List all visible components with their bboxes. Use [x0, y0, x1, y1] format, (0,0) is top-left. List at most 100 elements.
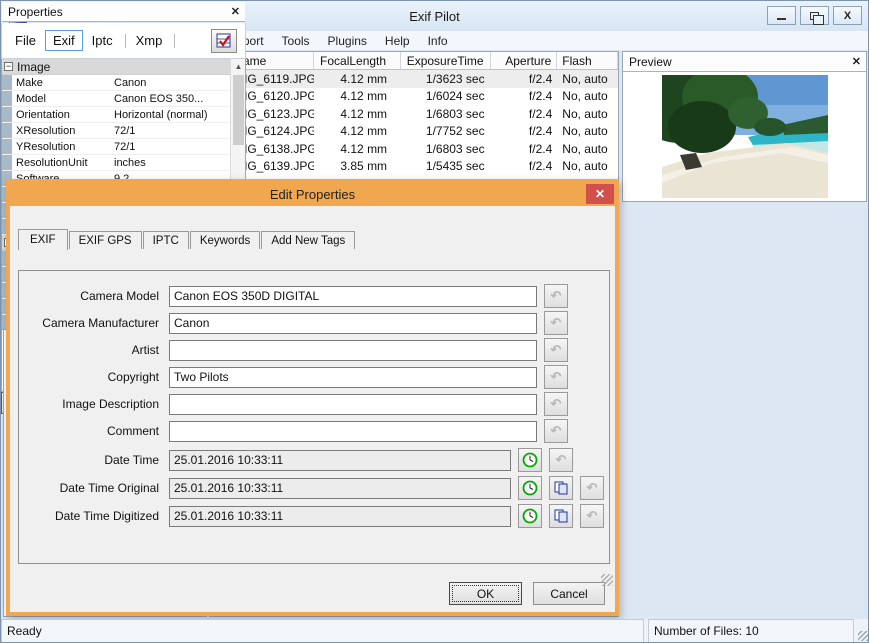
column-header-exposuretime[interactable]: ExposureTime: [401, 52, 491, 69]
scroll-up-icon[interactable]: ▲: [231, 59, 245, 74]
undo-icon: ↶: [586, 480, 598, 495]
set-current-time-button[interactable]: [518, 448, 542, 472]
menu-info[interactable]: Info: [419, 32, 457, 50]
undo-icon: ↶: [550, 423, 562, 438]
file-row[interactable]: IMG_6119.JPG 4.12 mm 1/3623 sec f/2.4 No…: [210, 70, 618, 88]
undo-button[interactable]: ↶: [580, 476, 604, 500]
prop-row[interactable]: XResolution 72/1: [2, 123, 230, 139]
preview-close-icon[interactable]: ✕: [852, 55, 861, 68]
flash-cell: No, auto: [562, 106, 608, 121]
minimize-button[interactable]: [767, 6, 796, 25]
field-row: Date Time Digitized ↶: [19, 503, 609, 529]
dialog-title-bar: Edit Properties ✕: [10, 183, 615, 206]
copyright-input[interactable]: [169, 366, 537, 388]
dialog-tab-exif-gps[interactable]: EXIF GPS: [68, 231, 142, 249]
file-row[interactable]: IMG_6139.JPG 3.85 mm 1/5435 sec f/2.4 No…: [210, 158, 618, 176]
undo-button[interactable]: ↶: [549, 448, 573, 472]
prop-row[interactable]: Orientation Horizontal (normal): [2, 107, 230, 123]
comment-input[interactable]: [169, 420, 537, 442]
dialog-button-row: OK Cancel: [10, 582, 615, 606]
dialog-tab-exif[interactable]: EXIF: [18, 229, 68, 250]
date-time-original-input[interactable]: [169, 477, 511, 499]
copy-date-button[interactable]: [549, 504, 573, 528]
focal-length-cell: 4.12 mm: [340, 71, 388, 86]
flash-cell: No, auto: [562, 159, 608, 174]
prop-group-image[interactable]: − Image: [2, 59, 230, 75]
properties-close-icon[interactable]: ✕: [231, 5, 240, 18]
file-row[interactable]: IMG_6120.JPG 4.12 mm 1/6024 sec f/2.4 No…: [210, 88, 618, 106]
file-row[interactable]: IMG_6138.JPG 4.12 mm 1/6803 sec f/2.4 No…: [210, 140, 618, 158]
minimize-icon: [777, 17, 786, 20]
file-count-status: Number of Files: 10: [648, 619, 854, 642]
preview-panel-title: Preview: [629, 54, 672, 69]
undo-button[interactable]: ↶: [544, 338, 568, 362]
dialog-tab-page: Camera Model ↶ Camera Manufacturer ↶ Art…: [18, 270, 610, 564]
props-tab-file[interactable]: File: [8, 31, 43, 50]
undo-icon: ↶: [550, 396, 562, 411]
focal-length-cell: 4.12 mm: [340, 106, 388, 121]
field-row: Comment ↶: [19, 418, 609, 444]
comment-label: Comment: [106, 424, 159, 438]
close-button[interactable]: X: [833, 6, 862, 25]
undo-button[interactable]: ↶: [580, 504, 604, 528]
set-current-time-button[interactable]: [518, 504, 542, 528]
column-header-aperture[interactable]: Aperture: [491, 52, 558, 69]
flash-cell: No, auto: [562, 71, 608, 86]
column-header-flash[interactable]: Flash: [557, 52, 618, 69]
camera-model-input[interactable]: [169, 285, 537, 307]
props-tab-exif[interactable]: Exif: [44, 30, 83, 51]
dialog-tab-add-new-tags[interactable]: Add New Tags: [261, 231, 356, 249]
prop-row[interactable]: ResolutionUnit inches: [2, 155, 230, 171]
artist-input[interactable]: [169, 339, 537, 361]
dialog-tab-keywords[interactable]: Keywords: [189, 231, 261, 249]
undo-button[interactable]: ↶: [544, 284, 568, 308]
dialog-tab-iptc[interactable]: IPTC: [142, 231, 189, 249]
undo-icon: ↶: [550, 288, 562, 303]
prop-row[interactable]: Model Canon EOS 350...: [2, 91, 230, 107]
flash-cell: No, auto: [562, 124, 608, 139]
field-row: Artist ↶: [19, 337, 609, 363]
image-description-input[interactable]: [169, 393, 537, 415]
collapse-icon[interactable]: −: [4, 62, 13, 71]
exposure-time-cell: 1/7752 sec: [425, 124, 485, 139]
dialog-resize-grip[interactable]: [601, 574, 613, 586]
date-time-input[interactable]: [169, 449, 511, 471]
file-row[interactable]: IMG_6124.JPG 4.12 mm 1/7752 sec f/2.4 No…: [210, 123, 618, 141]
date-time-digitized-input[interactable]: [169, 505, 511, 527]
aperture-cell: f/2.4: [528, 71, 553, 86]
props-tab-xmp[interactable]: Xmp: [129, 31, 170, 50]
props-tab-iptc[interactable]: Iptc: [85, 31, 120, 50]
column-header-focallength[interactable]: FocalLength: [314, 52, 402, 69]
undo-button[interactable]: ↶: [544, 392, 568, 416]
clock-icon: [522, 452, 538, 468]
date-time-original-label: Date Time Original: [59, 481, 159, 495]
menu-tools[interactable]: Tools: [273, 32, 319, 50]
choose-tags-button[interactable]: [211, 29, 237, 53]
prop-row[interactable]: Make Canon: [2, 75, 230, 91]
undo-icon: ↶: [550, 315, 562, 330]
file-row[interactable]: IMG_6123.JPG 4.12 mm 1/6803 sec f/2.4 No…: [210, 105, 618, 123]
dialog-title: Edit Properties: [269, 187, 356, 202]
copy-date-button[interactable]: [549, 476, 573, 500]
maximize-button[interactable]: [800, 6, 829, 25]
field-row: Camera Model ↶: [19, 283, 609, 309]
exposure-time-cell: 1/6803 sec: [425, 141, 485, 156]
undo-button[interactable]: ↶: [544, 419, 568, 443]
dialog-close-button[interactable]: ✕: [586, 184, 614, 204]
checklist-icon: [216, 33, 231, 48]
restore-icon: [810, 11, 824, 25]
undo-button[interactable]: ↶: [544, 365, 568, 389]
menu-plugins[interactable]: Plugins: [319, 32, 376, 50]
copy-icon: [554, 481, 568, 495]
cancel-button[interactable]: Cancel: [533, 582, 605, 605]
scrollbar-thumb[interactable]: [233, 75, 244, 145]
ok-button[interactable]: OK: [449, 582, 522, 605]
set-current-time-button[interactable]: [518, 476, 542, 500]
edit-properties-dialog: Edit Properties ✕ EXIF EXIF GPS IPTC Key…: [6, 179, 619, 616]
camera-manufacturer-input[interactable]: [169, 312, 537, 334]
undo-button[interactable]: ↶: [544, 311, 568, 335]
date-time-digitized-label: Date Time Digitized: [54, 509, 159, 523]
prop-row[interactable]: YResolution 72/1: [2, 139, 230, 155]
menu-help[interactable]: Help: [376, 32, 419, 50]
window-resize-grip[interactable]: [854, 619, 868, 642]
